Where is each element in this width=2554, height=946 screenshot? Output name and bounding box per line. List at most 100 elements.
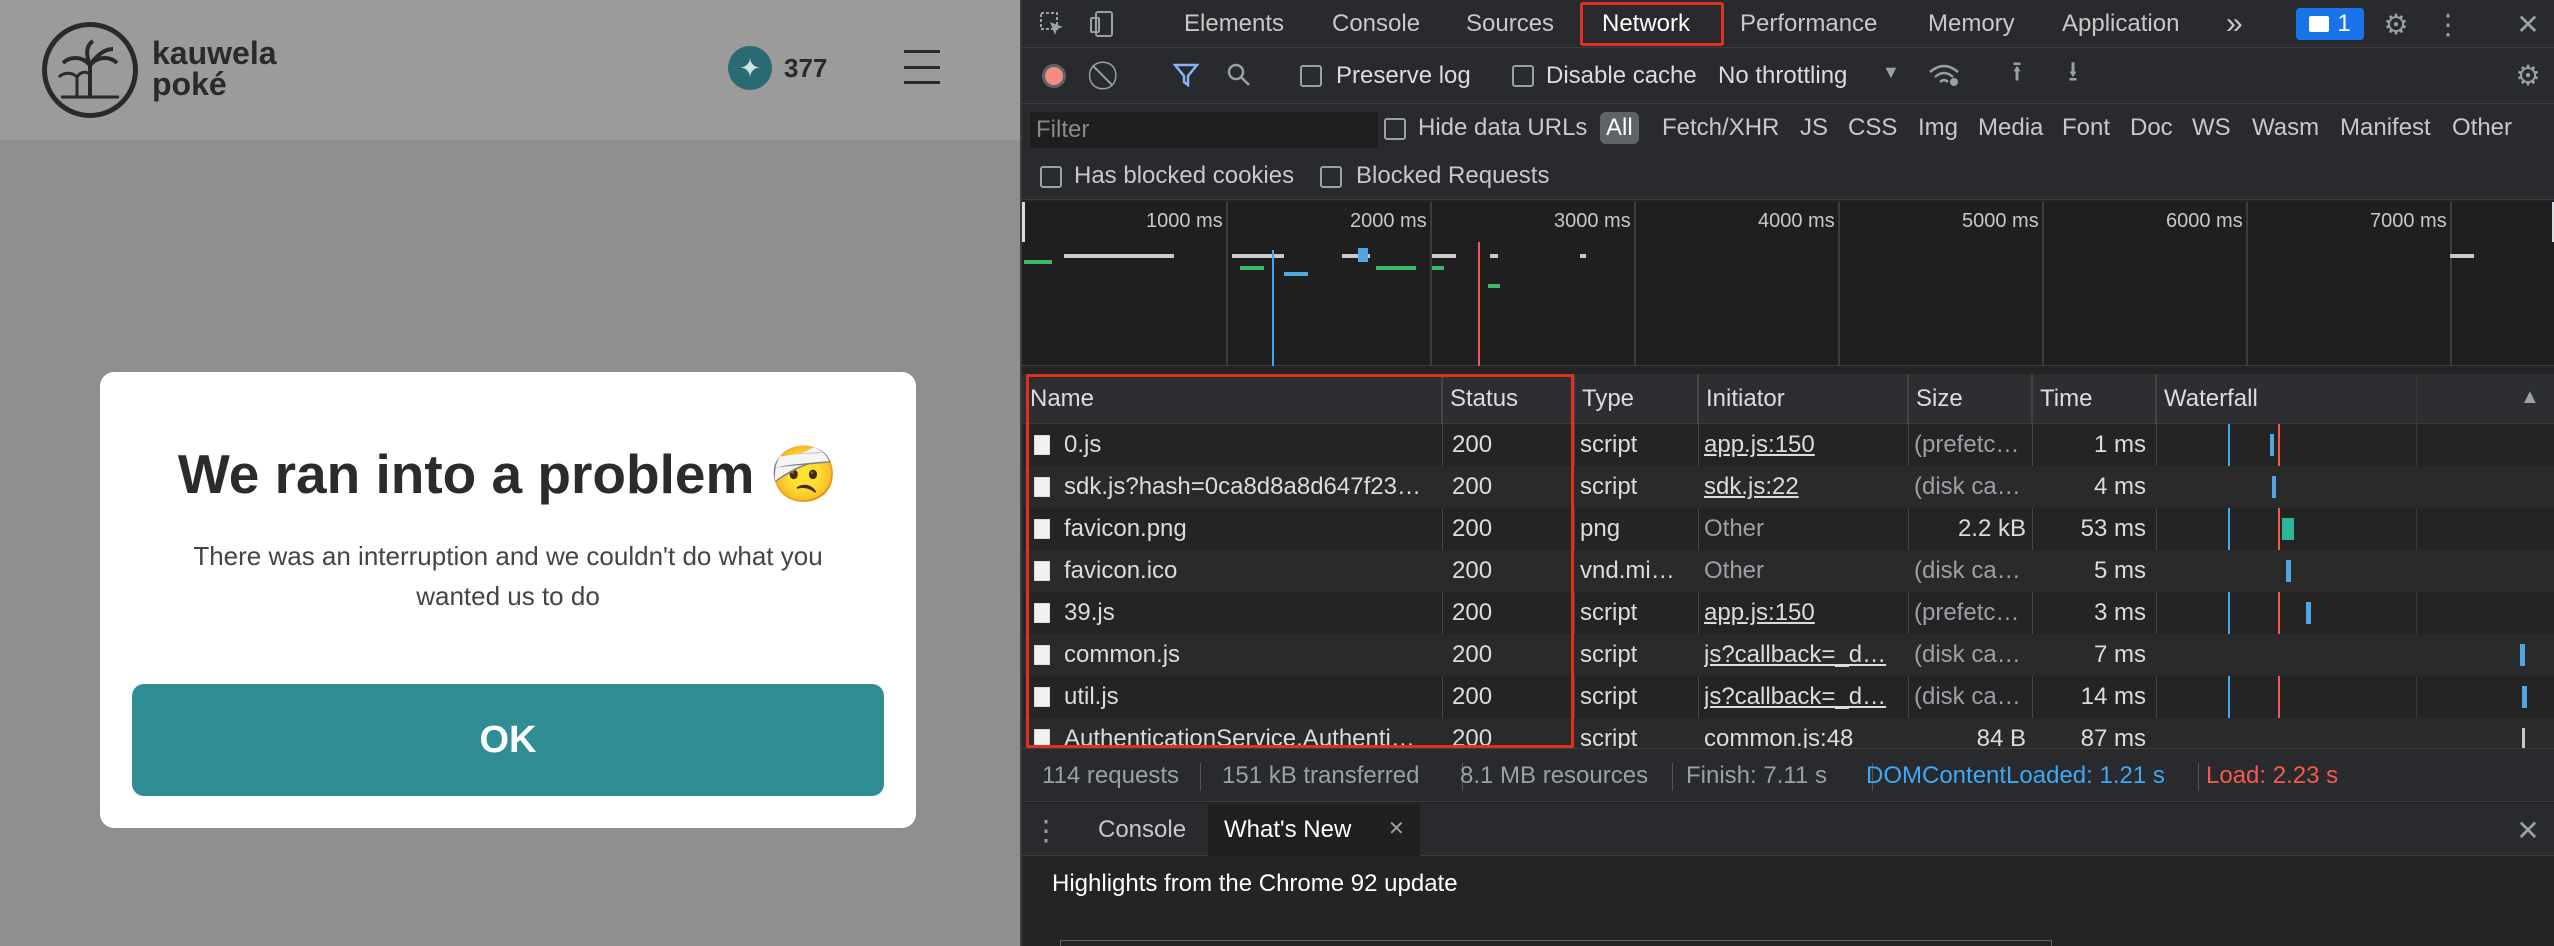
request-type: script (1580, 473, 1638, 500)
hide-data-urls-checkbox[interactable] (1384, 118, 1406, 140)
network-status-bar: 114 requests 151 kB transferred 8.1 MB r… (1022, 748, 2554, 802)
preserve-log-checkbox[interactable] (1300, 65, 1322, 87)
sparkle-icon: ✦ (728, 46, 772, 90)
record-icon[interactable] (1042, 64, 1066, 88)
hide-data-urls-label: Hide data URLs (1418, 114, 1588, 141)
filter-type-media[interactable]: Media (1978, 114, 2043, 142)
network-filter-bar: Filter Hide data URLs All Fetch/XHR JS C… (1022, 104, 2554, 200)
error-modal: We ran into a problem 🤕 There was an int… (100, 372, 916, 828)
drawer-tab-whats-new-label: What's New (1224, 816, 1352, 843)
column-header-waterfall[interactable]: Waterfall (2156, 374, 2554, 424)
website-viewport: kauwela poké ✦ 377 We ran into a problem… (0, 0, 1020, 946)
ok-button[interactable]: OK (132, 684, 884, 796)
brand-line-1: kauwela (152, 35, 277, 71)
tab-application[interactable]: Application (2062, 0, 2179, 48)
site-header: kauwela poké ✦ 377 (0, 0, 1020, 140)
dcl-marker (1272, 250, 1274, 366)
request-initiator: Other (1704, 557, 1765, 584)
request-initiator-link[interactable]: app.js:150 (1704, 592, 1900, 634)
settings-gear-icon[interactable]: ⚙ (2380, 8, 2412, 40)
drawer-tab-bar: ⋮ Console What's New ✕ ✕ (1022, 804, 2554, 856)
search-icon[interactable] (1224, 60, 1254, 90)
blocked-requests-checkbox[interactable] (1320, 166, 1342, 188)
filter-type-wasm[interactable]: Wasm (2252, 114, 2319, 142)
network-settings-gear-icon[interactable]: ⚙ (2512, 60, 2544, 91)
waterfall-bar (2286, 560, 2291, 582)
has-blocked-cookies-label: Has blocked cookies (1074, 162, 1295, 189)
close-tab-icon[interactable]: ✕ (1388, 816, 1405, 841)
request-type: script (1580, 683, 1638, 710)
request-type: png (1580, 515, 1621, 542)
tab-sources[interactable]: Sources (1466, 0, 1554, 48)
request-time: 5 ms (2093, 557, 2146, 584)
loyalty-points[interactable]: ✦ 377 (728, 46, 827, 90)
column-header-type[interactable]: Type (1574, 374, 1698, 424)
drawer-tab-console[interactable]: Console (1098, 816, 1186, 844)
more-tabs-button[interactable]: » (2226, 0, 2243, 48)
transferred-size: 151 kB transferred (1222, 762, 1420, 789)
filter-type-ws[interactable]: WS (2192, 114, 2231, 142)
device-toolbar-icon[interactable] (1086, 8, 1118, 40)
request-initiator-link[interactable]: app.js:150 (1704, 424, 1900, 466)
filter-type-img[interactable]: Img (1918, 114, 1958, 142)
network-conditions-icon[interactable] (1928, 60, 1960, 90)
clear-icon[interactable]: ⃠ (1094, 60, 1124, 90)
import-har-icon[interactable]: ⭱ (2002, 56, 2032, 90)
name-status-highlight-box (1026, 374, 1574, 748)
filter-type-fetch-xhr[interactable]: Fetch/XHR (1662, 114, 1779, 142)
palm-tree-logo-icon[interactable] (42, 22, 138, 118)
filter-input[interactable]: Filter (1030, 112, 1378, 148)
request-initiator-link[interactable]: sdk.js:22 (1704, 466, 1900, 508)
overview-tick-label: 3000 ms (1554, 210, 1631, 232)
disable-cache-label: Disable cache (1546, 62, 1697, 89)
hamburger-menu-icon[interactable] (904, 50, 940, 84)
export-har-icon[interactable]: ⭳ (2058, 56, 2088, 90)
tab-performance[interactable]: Performance (1740, 0, 1877, 48)
more-options-icon[interactable]: ⋮ (2434, 8, 2462, 40)
column-header-time[interactable]: Time (2032, 374, 2156, 424)
inspect-element-icon[interactable] (1036, 8, 1068, 40)
request-count: 114 requests (1042, 762, 1179, 789)
request-size: (disk ca… (1914, 473, 2021, 500)
filter-type-doc[interactable]: Doc (2130, 114, 2173, 142)
drawer-menu-icon[interactable]: ⋮ (1032, 814, 1060, 846)
brand-line-2: poké (152, 66, 227, 102)
filter-type-font[interactable]: Font (2062, 114, 2110, 142)
tab-console[interactable]: Console (1332, 0, 1420, 48)
request-time: 4 ms (2093, 473, 2146, 500)
overview-tick-label: 1000 ms (1146, 210, 1223, 232)
request-initiator-link[interactable]: js?callback=_d… (1704, 634, 1900, 676)
filter-type-css[interactable]: CSS (1848, 114, 1897, 142)
throttling-select[interactable]: No throttling (1718, 62, 1847, 90)
overview-tick-label: 6000 ms (2166, 210, 2243, 232)
has-blocked-cookies-checkbox[interactable] (1040, 166, 1062, 188)
column-header-initiator[interactable]: Initiator (1698, 374, 1908, 424)
filter-type-all[interactable]: All (1600, 112, 1639, 144)
whats-new-content-frame (1060, 940, 2052, 946)
drawer-tab-whats-new[interactable]: What's New ✕ (1208, 804, 1420, 856)
issues-badge[interactable]: 1 (2296, 8, 2364, 40)
tab-elements[interactable]: Elements (1184, 0, 1284, 48)
request-initiator: Other (1704, 515, 1765, 542)
request-type: vnd.mi… (1580, 557, 1675, 584)
network-tab-highlight (1580, 2, 1724, 46)
request-initiator-link[interactable]: js?callback=_d… (1704, 676, 1900, 718)
close-drawer-icon[interactable]: ✕ (2512, 814, 2544, 846)
devtools-tab-bar: Elements Console Sources Network Perform… (1022, 0, 2554, 48)
modal-title: We ran into a problem 🤕 (177, 443, 839, 505)
filter-type-manifest[interactable]: Manifest (2340, 114, 2431, 142)
network-overview-timeline[interactable]: 1000 ms 2000 ms 3000 ms 4000 ms 5000 ms … (1022, 202, 2554, 366)
waterfall-bar (2522, 686, 2527, 708)
column-header-size[interactable]: Size (1908, 374, 2032, 424)
overview-tick-label: 2000 ms (1350, 210, 1427, 232)
filter-type-other[interactable]: Other (2452, 114, 2512, 142)
tab-memory[interactable]: Memory (1928, 0, 2015, 48)
disable-cache-checkbox[interactable] (1512, 65, 1534, 87)
sort-ascending-icon[interactable]: ▲ (2520, 386, 2540, 409)
filter-type-js[interactable]: JS (1800, 114, 1828, 142)
waterfall-bar (2520, 644, 2525, 666)
request-size: (disk ca… (1914, 683, 2021, 710)
filter-icon[interactable] (1170, 60, 1202, 90)
close-devtools-icon[interactable]: ✕ (2512, 8, 2544, 40)
overview-tick-label: 4000 ms (1758, 210, 1835, 232)
